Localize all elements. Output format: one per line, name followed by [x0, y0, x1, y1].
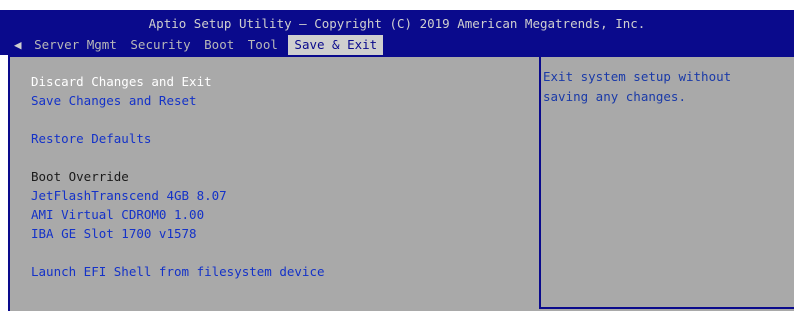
bios-title: Aptio Setup Utility – Copyright (C) 2019…: [148, 16, 646, 31]
tab-save-exit[interactable]: Save & Exit: [288, 35, 384, 55]
help-line: saving any changes.: [543, 89, 686, 104]
tab-bar: ◀ Server Mgmt Security Boot Tool Save & …: [12, 35, 384, 55]
boot-device-item[interactable]: JetFlashTranscend 4GB 8.07: [31, 188, 227, 203]
menu-item-launch-efi-shell[interactable]: Launch EFI Shell from filesystem device: [31, 264, 325, 279]
boot-device-item[interactable]: IBA GE Slot 1700 v1578: [31, 226, 197, 241]
main-panel: Discard Changes and Exit Save Changes an…: [8, 55, 794, 311]
bios-header: Aptio Setup Utility – Copyright (C) 2019…: [0, 10, 794, 55]
tab-tool[interactable]: Tool: [245, 35, 281, 55]
panel-divider: [539, 57, 541, 307]
tab-security[interactable]: Security: [127, 35, 193, 55]
menu-item-discard-exit[interactable]: Discard Changes and Exit: [31, 74, 212, 89]
tab-server-mgmt[interactable]: Server Mgmt: [31, 35, 120, 55]
help-text: Exit system setup without saving any cha…: [543, 67, 731, 107]
tab-boot[interactable]: Boot: [201, 35, 237, 55]
help-line: Exit system setup without: [543, 69, 732, 84]
menu-item-save-reset[interactable]: Save Changes and Reset: [31, 93, 197, 108]
boot-override-heading: Boot Override: [31, 169, 129, 184]
scroll-left-arrow-icon[interactable]: ◀: [12, 35, 24, 55]
menu-item-restore-defaults[interactable]: Restore Defaults: [31, 131, 151, 146]
boot-device-item[interactable]: AMI Virtual CDROM0 1.00: [31, 207, 204, 222]
